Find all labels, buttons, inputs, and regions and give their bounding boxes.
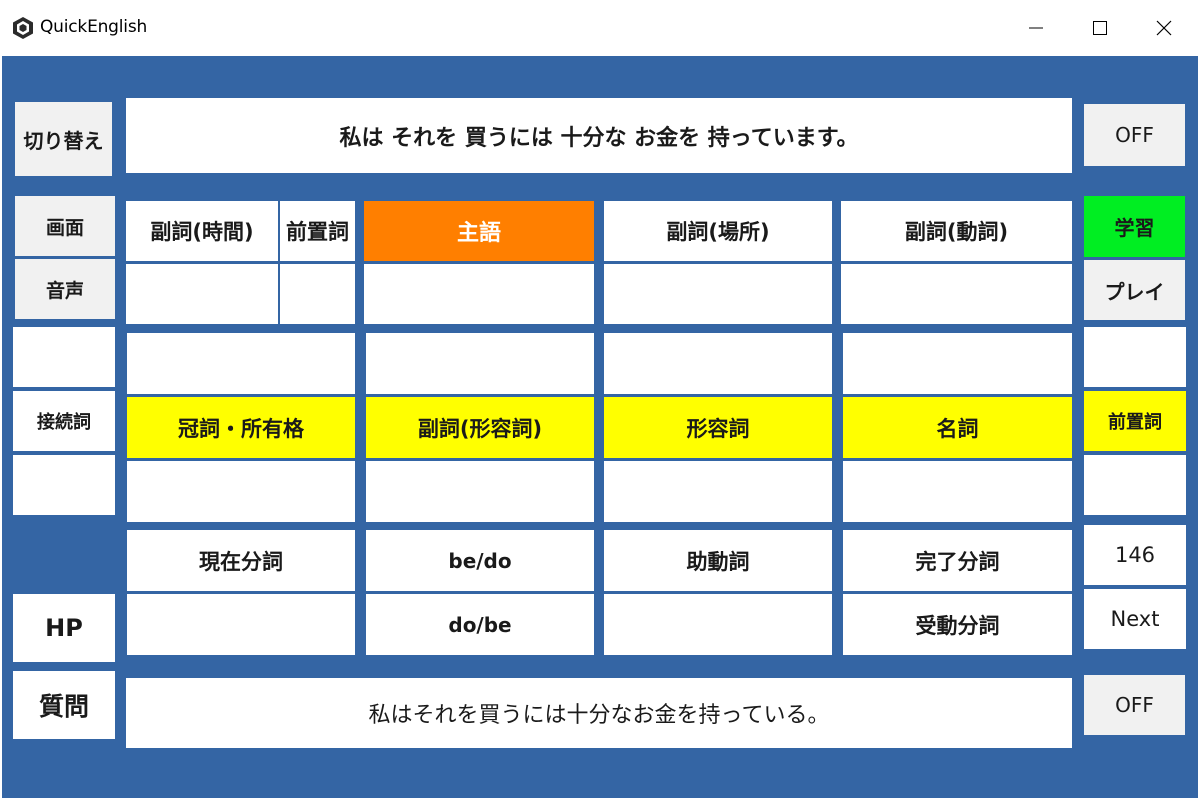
switch-button[interactable]: 切り替え [15, 102, 112, 176]
present-participle-header[interactable]: 現在分詞 [127, 530, 355, 591]
adverb-place-slot[interactable] [604, 264, 832, 324]
left-blank-slot-1[interactable] [13, 327, 115, 387]
sentence-counter: 146 [1084, 525, 1186, 585]
perfect-participle-button[interactable]: 完了分詞 [843, 530, 1072, 591]
voice-button[interactable]: 音声 [15, 259, 115, 319]
left-blank-slot-2[interactable] [13, 455, 115, 515]
adjective-top-slot[interactable] [604, 333, 832, 394]
adverb-time-header[interactable]: 副詞(時間) [126, 201, 278, 261]
article-possessive-header[interactable]: 冠詞・所有格 [127, 397, 355, 458]
app-icon [13, 17, 33, 39]
preposition-slot[interactable] [280, 264, 355, 324]
right-blank-slot-1[interactable] [1084, 327, 1186, 387]
passive-participle-button[interactable]: 受動分詞 [843, 594, 1072, 655]
close-icon [1156, 20, 1172, 36]
off-toggle-bottom[interactable]: OFF [1084, 675, 1185, 735]
question-button[interactable]: 質問 [13, 671, 115, 739]
off-toggle-top[interactable]: OFF [1084, 104, 1185, 166]
window-title: QuickEnglish [40, 17, 148, 37]
article-bottom-slot[interactable] [127, 461, 355, 522]
adverb-adjective-top-slot[interactable] [366, 333, 594, 394]
adverb-adjective-header[interactable]: 副詞(形容詞) [366, 397, 594, 458]
adverb-adjective-bottom-slot[interactable] [366, 461, 594, 522]
right-blank-slot-2[interactable] [1084, 455, 1186, 515]
minimize-icon [1029, 27, 1043, 29]
maximize-icon [1093, 21, 1107, 35]
noun-bottom-slot[interactable] [843, 461, 1072, 522]
preposition-button[interactable]: 前置詞 [1084, 391, 1186, 451]
auxiliary-slot[interactable] [604, 594, 832, 655]
adverb-place-header[interactable]: 副詞(場所) [604, 201, 832, 261]
screen-button[interactable]: 画面 [15, 196, 115, 256]
preposition-header[interactable]: 前置詞 [280, 201, 355, 261]
sentence-display: 私は それを 買うには 十分な お金を 持っています。 [126, 98, 1072, 173]
noun-top-slot[interactable] [843, 333, 1072, 394]
title-bar: QuickEnglish [0, 0, 1200, 56]
play-button[interactable]: プレイ [1084, 260, 1185, 320]
adverb-time-slot[interactable] [126, 264, 278, 324]
close-button[interactable] [1134, 4, 1194, 52]
hp-button[interactable]: HP [13, 594, 115, 662]
minimize-button[interactable] [1006, 4, 1066, 52]
subject-header[interactable]: 主語 [364, 201, 594, 261]
article-top-slot[interactable] [127, 333, 355, 394]
be-do-button[interactable]: be/do [366, 530, 594, 591]
translation-display: 私はそれを買うには十分なお金を持っている。 [126, 678, 1072, 748]
maximize-button[interactable] [1070, 4, 1130, 52]
present-participle-slot[interactable] [127, 594, 355, 655]
subject-slot[interactable] [364, 264, 594, 324]
do-be-button[interactable]: do/be [366, 594, 594, 655]
conjunction-button[interactable]: 接続詞 [13, 391, 115, 451]
study-button[interactable]: 学習 [1084, 196, 1185, 257]
adjective-bottom-slot[interactable] [604, 461, 832, 522]
auxiliary-header[interactable]: 助動詞 [604, 530, 832, 591]
adjective-header[interactable]: 形容詞 [604, 397, 832, 458]
noun-header[interactable]: 名詞 [843, 397, 1072, 458]
adverb-verb-slot[interactable] [841, 264, 1072, 324]
adverb-verb-header[interactable]: 副詞(動詞) [841, 201, 1072, 261]
next-button[interactable]: Next [1084, 589, 1186, 649]
